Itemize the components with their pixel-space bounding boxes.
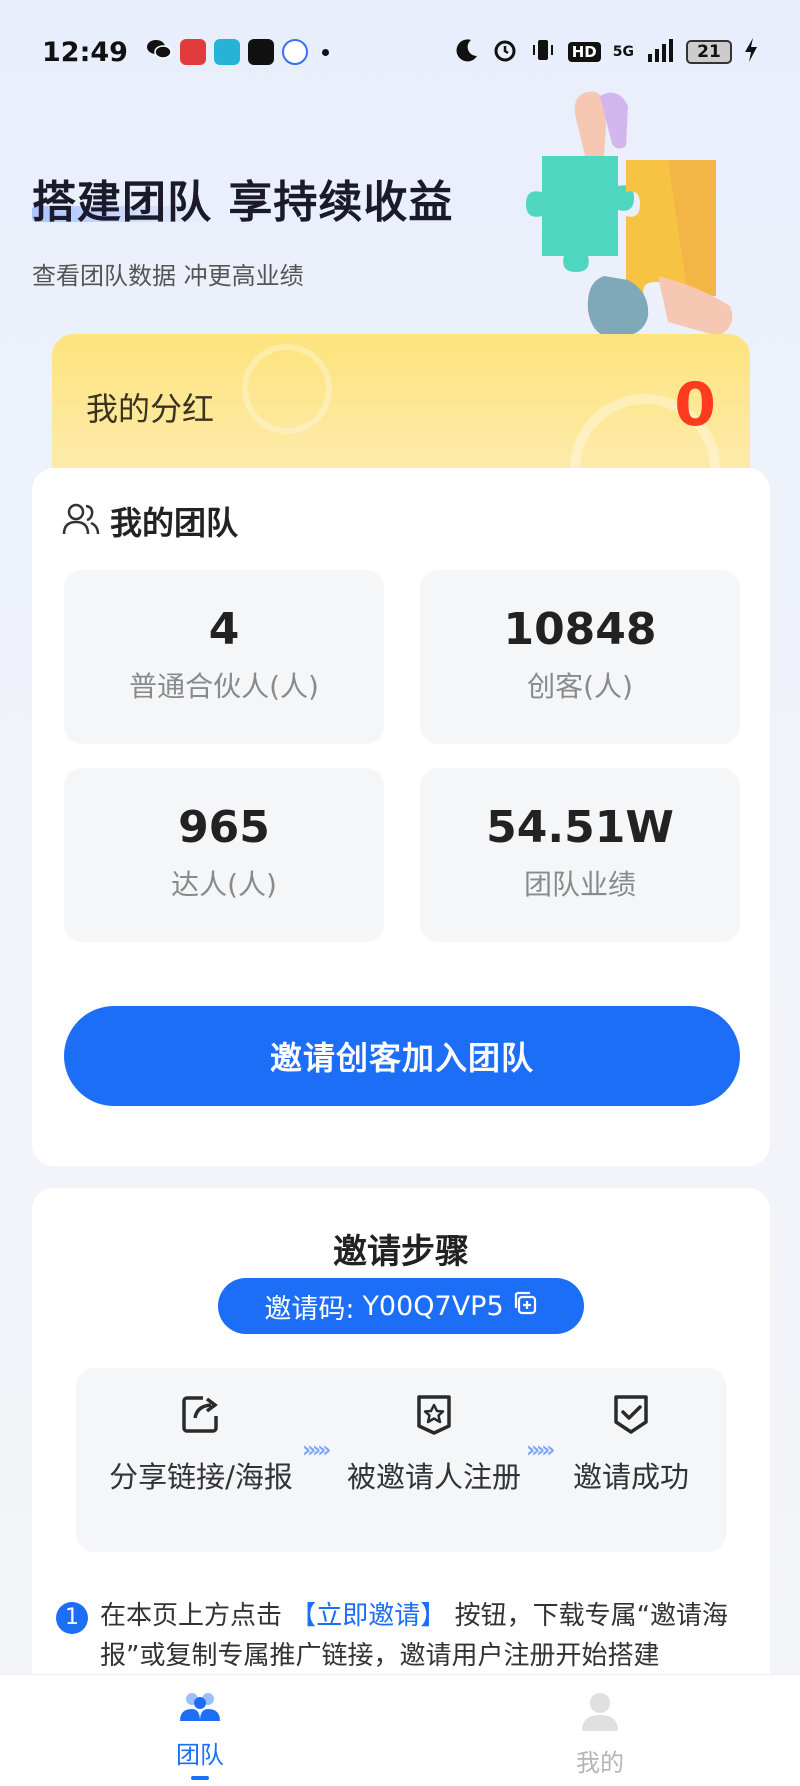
team-nav-icon xyxy=(178,1693,222,1729)
steps-flow: 分享链接/海报 ››››› 被邀请人注册 ››››› 邀请成功 xyxy=(76,1368,726,1552)
nav-label: 团队 xyxy=(176,1741,224,1769)
stat-label: 创客(人) xyxy=(527,670,633,703)
check-shield-icon xyxy=(556,1392,706,1440)
team-users-icon xyxy=(62,502,100,540)
hero-subtitle: 查看团队数据 冲更高业绩 xyxy=(32,262,304,290)
nav-tab-team[interactable]: 团队 xyxy=(140,1689,260,1780)
status-time: 12:49 xyxy=(42,36,128,68)
status-system-icons: HD 5G 21 xyxy=(454,37,758,68)
share-icon xyxy=(106,1392,296,1440)
step-share: 分享链接/海报 xyxy=(106,1392,296,1496)
step-label: 分享链接/海报 xyxy=(109,1460,293,1494)
yen-coin-decoration-small xyxy=(242,344,332,434)
stat-makers[interactable]: 10848 创客(人) xyxy=(420,570,740,744)
nav-active-indicator xyxy=(191,1776,209,1780)
team-card: 我的团队 4 普通合伙人(人) 10848 创客(人) 965 达人(人) 54… xyxy=(32,468,770,1166)
dividend-label: 我的分红 xyxy=(86,390,215,428)
alarm-icon xyxy=(492,37,518,68)
copy-icon[interactable] xyxy=(512,1290,538,1323)
star-badge-icon xyxy=(344,1392,524,1440)
step-arrow-icon: ››››› xyxy=(302,1438,331,1463)
nav-tab-mine[interactable]: 我的 xyxy=(540,1689,660,1778)
bottom-nav: 团队 我的 xyxy=(0,1674,800,1786)
dividend-card[interactable]: 我的分红 0 xyxy=(52,334,750,484)
maps-app-icon xyxy=(213,39,240,65)
signal-icon xyxy=(646,38,674,67)
stat-value: 965 xyxy=(178,802,270,853)
nav-label: 我的 xyxy=(576,1749,624,1777)
puzzle-hands-illustration xyxy=(508,86,748,346)
step-arrow-icon: ››››› xyxy=(526,1438,555,1463)
wechat-icon xyxy=(146,36,172,69)
steps-title: 邀请步骤 xyxy=(333,1232,469,1272)
hd-badge: HD xyxy=(567,42,601,62)
instruction-text: 在本页上方点击 【立即邀请】 按钮，下载专属“邀请海报”或复制专属推广链接，邀请… xyxy=(56,1596,746,1676)
battery-indicator: 21 xyxy=(686,40,732,64)
stat-experts[interactable]: 965 达人(人) xyxy=(64,768,384,942)
team-header: 我的团队 xyxy=(62,498,238,544)
stat-team-performance[interactable]: 54.51W 团队业绩 xyxy=(420,768,740,942)
step-label: 被邀请人注册 xyxy=(346,1460,521,1494)
dividend-value: 0 xyxy=(674,370,716,440)
invite-instruction: 1 在本页上方点击 【立即邀请】 按钮，下载专属“邀请海报”或复制专属推广链接，… xyxy=(56,1596,746,1676)
invite-code-value: Y00Q7VP5 xyxy=(362,1290,504,1322)
step-register: 被邀请人注册 xyxy=(344,1392,524,1496)
profile-nav-icon xyxy=(578,1693,622,1737)
step-success: 邀请成功 xyxy=(556,1392,706,1496)
stat-partners[interactable]: 4 普通合伙人(人) xyxy=(64,570,384,744)
moon-icon xyxy=(454,37,480,68)
step-label: 邀请成功 xyxy=(572,1460,689,1494)
stat-label: 达人(人) xyxy=(171,868,277,901)
invite-makers-button[interactable]: 邀请创客加入团队 xyxy=(64,1006,740,1106)
shopping-app-icon xyxy=(179,39,206,65)
step-number-badge: 1 xyxy=(56,1602,88,1634)
stat-value: 54.51W xyxy=(486,802,674,853)
invite-code-label: 邀请码: xyxy=(264,1293,355,1325)
invite-now-link[interactable]: 【立即邀请】 xyxy=(290,1601,446,1631)
stat-value: 10848 xyxy=(503,604,657,655)
vibrate-icon xyxy=(530,37,556,68)
hero-title: 搭建团队 享持续收益 xyxy=(32,177,454,228)
baidu-icon xyxy=(281,39,308,65)
instruction-prefix: 在本页上方点击 xyxy=(100,1601,283,1631)
charging-icon xyxy=(744,37,758,68)
status-app-icons xyxy=(146,36,329,69)
stat-label: 普通合伙人(人) xyxy=(129,670,319,703)
tiktok-icon xyxy=(247,39,274,65)
more-notifications-icon xyxy=(321,48,329,56)
team-title: 我的团队 xyxy=(110,504,239,542)
invite-code-pill[interactable]: 邀请码: Y00Q7VP5 xyxy=(218,1278,584,1334)
network-label: 5G xyxy=(612,44,634,60)
stat-value: 4 xyxy=(208,604,240,655)
stat-label: 团队业绩 xyxy=(523,868,636,901)
